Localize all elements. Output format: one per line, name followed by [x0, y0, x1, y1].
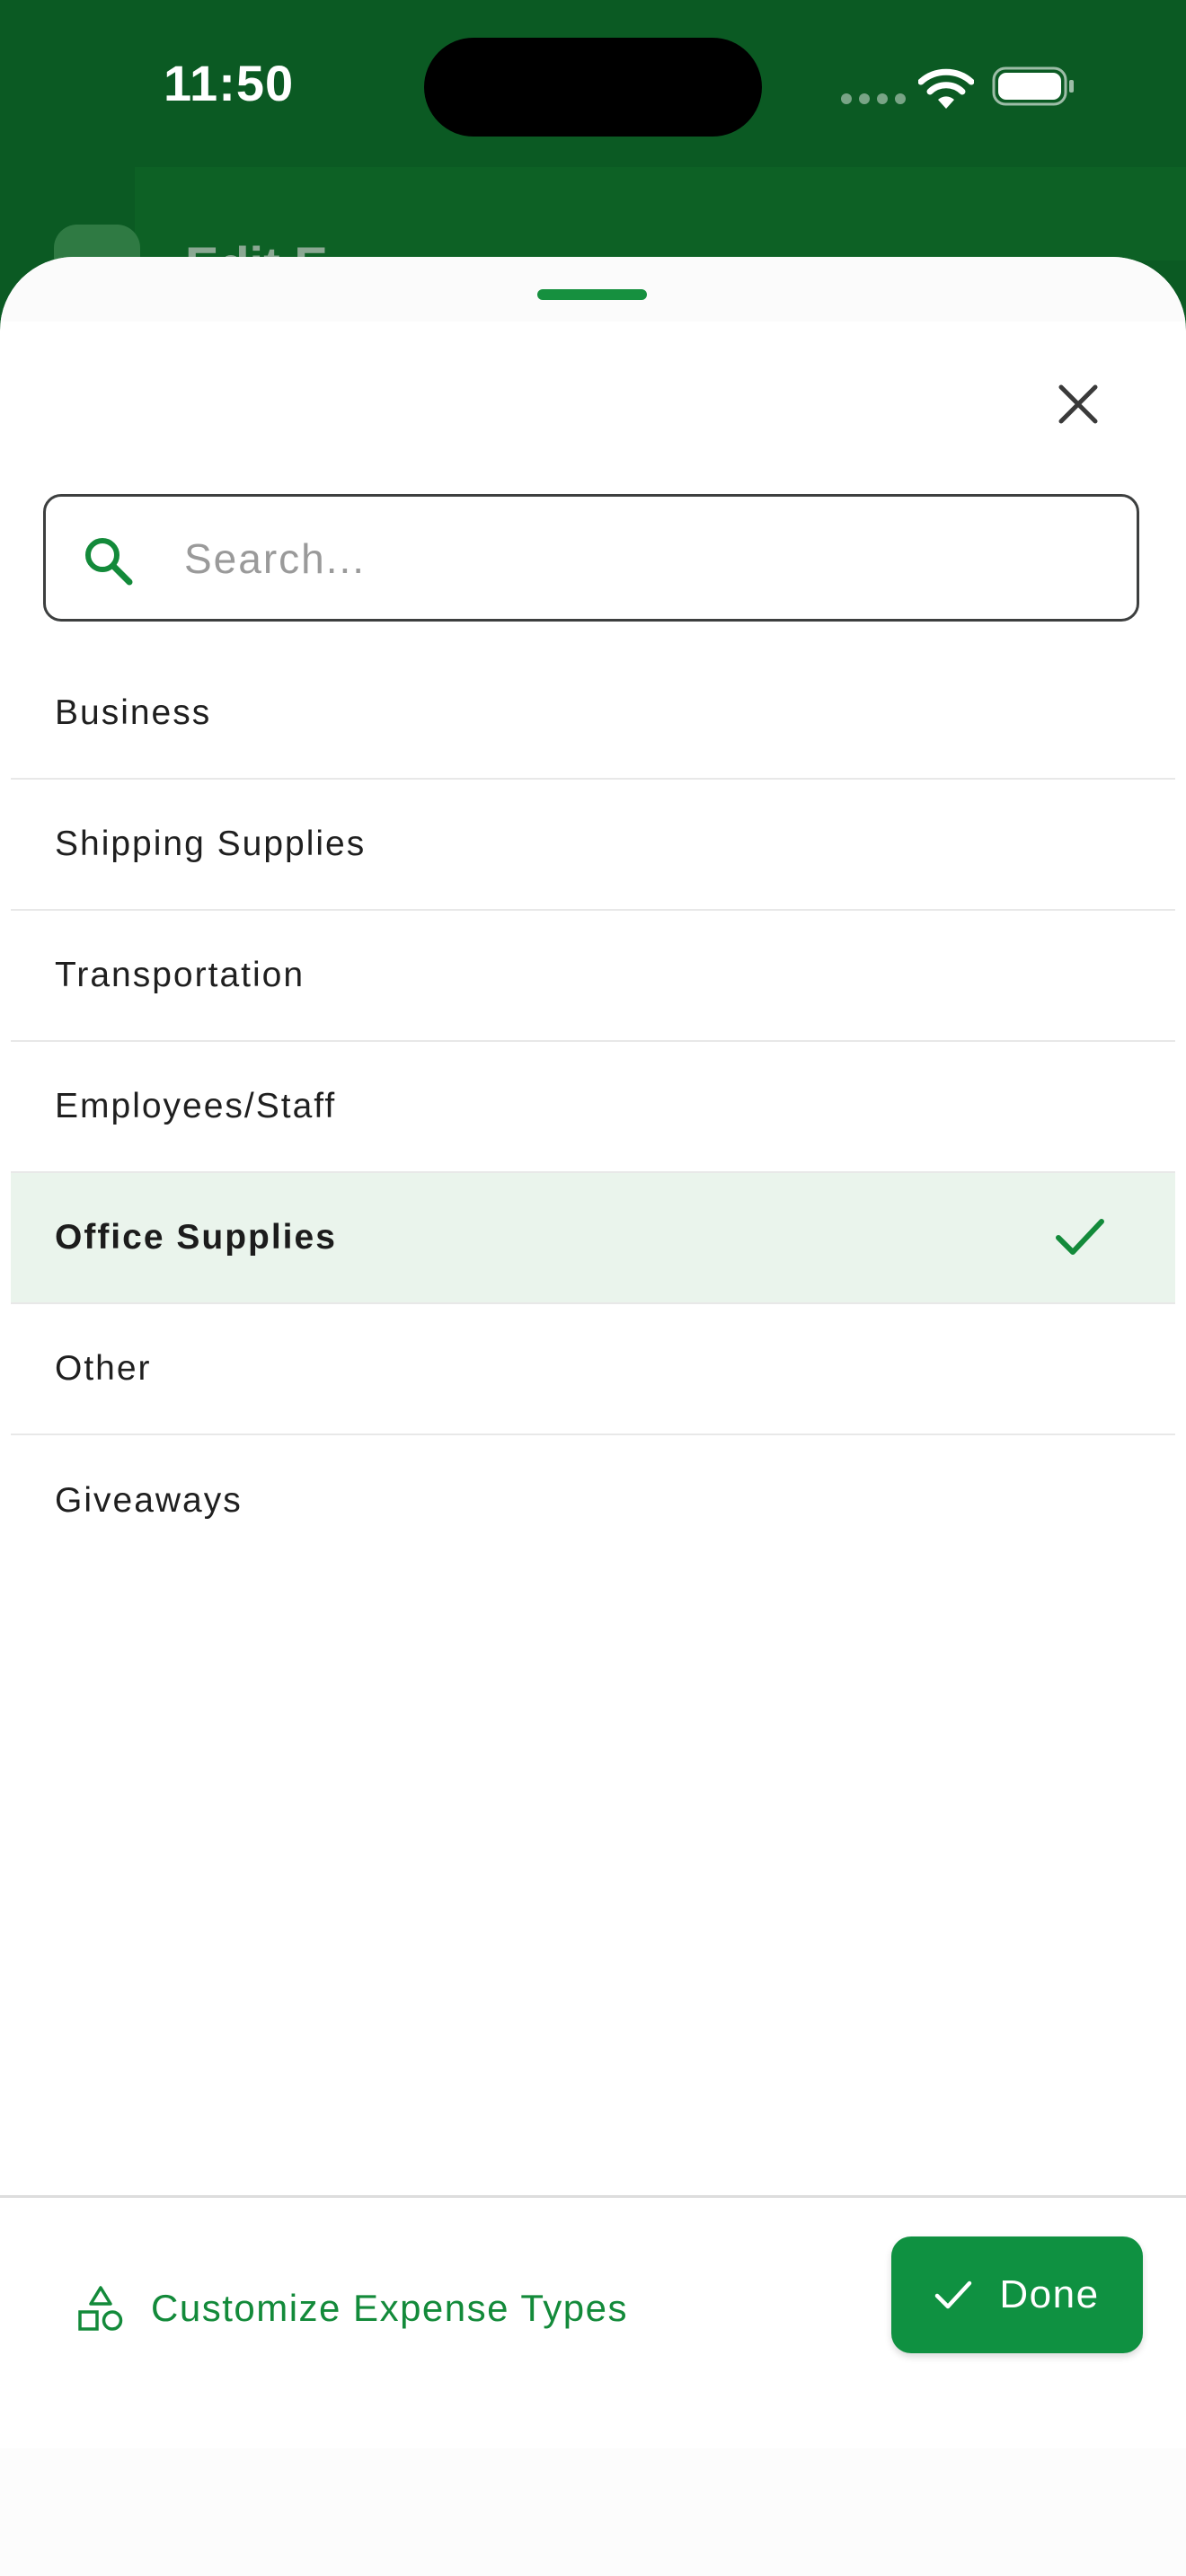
expense-type-item-transportation[interactable]: Transportation: [11, 911, 1175, 1042]
shapes-icon: [78, 2286, 123, 2331]
drag-handle[interactable]: [537, 289, 647, 300]
expense-type-item-shipping-supplies[interactable]: Shipping Supplies: [11, 780, 1175, 911]
expense-type-item-office-supplies[interactable]: Office Supplies: [11, 1173, 1175, 1304]
expense-type-label: Office Supplies: [55, 1218, 337, 1257]
close-icon: [1058, 384, 1098, 424]
battery-icon: [992, 66, 1074, 106]
expense-type-label: Giveaways: [55, 1481, 243, 1520]
status-time: 11:50: [164, 55, 295, 111]
expense-type-list: Business Shipping Supplies Transportatio…: [11, 648, 1175, 1566]
customize-expense-types-label: Customize Expense Types: [151, 2287, 628, 2329]
expense-type-item-giveaways[interactable]: Giveaways: [11, 1435, 1175, 1566]
expense-type-item-other[interactable]: Other: [11, 1304, 1175, 1435]
done-label: Done: [999, 2272, 1100, 2316]
expense-type-item-employees-staff[interactable]: Employees/Staff: [11, 1042, 1175, 1173]
cellular-signal-icon: [841, 93, 906, 104]
dynamic-island: [424, 38, 762, 137]
footer-divider: [0, 2195, 1186, 2198]
done-button[interactable]: Done: [891, 2236, 1143, 2353]
search-input[interactable]: [182, 518, 1102, 599]
search-icon: [85, 538, 133, 586]
expense-type-label: Transportation: [55, 956, 305, 994]
expense-type-label: Shipping Supplies: [55, 825, 367, 863]
checkmark-icon: [935, 2280, 972, 2309]
expense-type-label: Business: [55, 693, 212, 732]
wifi-icon: [918, 68, 974, 109]
close-button[interactable]: [1042, 368, 1114, 440]
home-indicator-area: [0, 2448, 1186, 2576]
customize-expense-types-button[interactable]: Customize Expense Types: [77, 2272, 628, 2344]
checkmark-icon: [1056, 1219, 1104, 1255]
expense-type-label: Other: [55, 1349, 152, 1388]
expense-type-sheet: Business Shipping Supplies Transportatio…: [0, 257, 1186, 2576]
expense-type-item-business[interactable]: Business: [11, 648, 1175, 780]
status-bar: 11:50: [0, 0, 1186, 171]
expense-type-label: Employees/Staff: [55, 1087, 337, 1125]
search-box[interactable]: [43, 494, 1139, 622]
